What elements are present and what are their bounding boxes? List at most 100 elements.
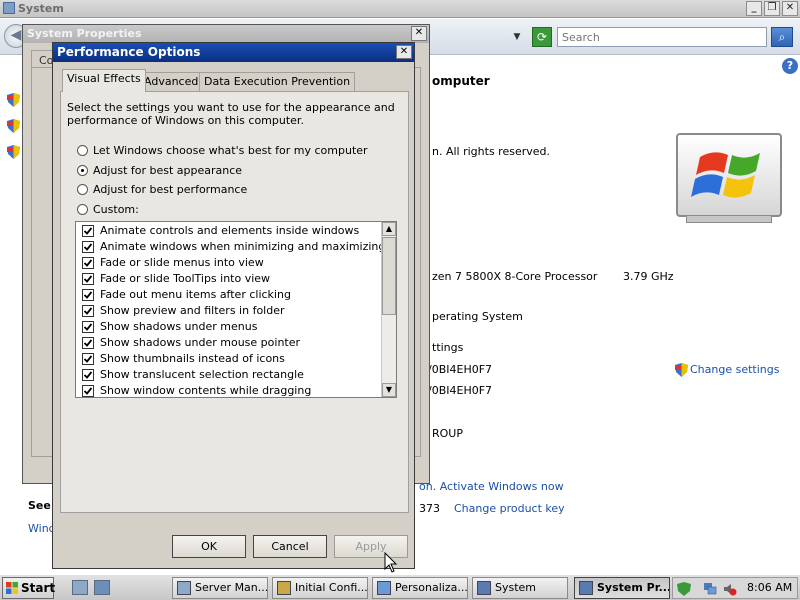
effect-label: Fade out menu items after clicking [100, 288, 291, 301]
task-label: Server Man... [195, 581, 268, 594]
scroll-thumb[interactable] [382, 237, 396, 315]
task-app-icon [579, 581, 593, 595]
ok-button[interactable]: OK [172, 535, 246, 558]
system-app-icon [3, 2, 15, 14]
effect-checkbox[interactable] [82, 257, 94, 269]
windows-logo [676, 133, 782, 225]
tab-advanced[interactable]: Advanced [139, 72, 204, 91]
performance-options-dialog: Performance Options ✕ Visual Effects Adv… [52, 42, 415, 569]
effect-label: Fade or slide menus into view [100, 256, 264, 269]
radio-label[interactable]: Custom: [93, 203, 139, 216]
checkmark-icon [83, 227, 93, 235]
settings-section-heading: ttings [432, 341, 464, 354]
help-icon[interactable]: ? [782, 58, 798, 74]
effect-label: Show shadows under mouse pointer [100, 336, 301, 349]
checkmark-icon [83, 387, 93, 395]
radio-label[interactable]: Adjust for best appearance [93, 164, 242, 177]
radio-label[interactable]: Let Windows choose what's best for my co… [93, 144, 368, 157]
checkmark-icon [83, 259, 93, 267]
start-button[interactable]: Start [2, 577, 55, 599]
search-input[interactable] [558, 28, 766, 46]
checkmark-icon [83, 323, 93, 331]
restore-button[interactable]: ❐ [764, 1, 780, 16]
minimize-button[interactable]: _ [746, 1, 762, 16]
task-label: Initial Confi... [295, 581, 368, 594]
task-system-properties[interactable]: System Pr... [574, 577, 670, 599]
effect-checkbox[interactable] [82, 273, 94, 285]
task-server-manager[interactable]: Server Man... [172, 577, 268, 599]
search-icon[interactable]: ⌕ [771, 27, 793, 47]
os-type-text: perating System [432, 310, 523, 323]
clock[interactable]: 8:06 AM [747, 581, 792, 594]
mouse-pointer-icon [384, 552, 398, 573]
checkmark-icon [83, 307, 93, 315]
effect-label: Show thumbnails instead of icons [100, 352, 285, 365]
address-dropdown-icon[interactable]: ▼ [510, 29, 524, 45]
task-system[interactable]: System [472, 577, 568, 599]
effect-checkbox[interactable] [82, 241, 94, 253]
effect-checkbox[interactable] [82, 289, 94, 301]
system-properties-title: System Properties [27, 27, 142, 40]
system-close-button[interactable]: ✕ [782, 1, 798, 16]
taskbar: Start Server Man... Initial Confi... Perso… [0, 574, 800, 600]
network-icon[interactable] [703, 582, 717, 596]
effect-checkbox[interactable] [82, 225, 94, 237]
effect-checkbox[interactable] [82, 353, 94, 365]
volume-muted-icon[interactable] [723, 582, 737, 596]
shield-icon [7, 93, 20, 107]
close-icon[interactable]: ✕ [411, 26, 427, 41]
close-icon[interactable]: ✕ [396, 45, 412, 59]
cancel-button[interactable]: Cancel [253, 535, 327, 558]
effect-checkbox[interactable] [82, 305, 94, 317]
checkmark-icon [83, 291, 93, 299]
radio-label[interactable]: Adjust for best performance [93, 183, 247, 196]
task-app-icon [177, 581, 191, 595]
show-desktop-icon[interactable] [94, 580, 110, 595]
activate-windows-link[interactable]: on. Activate Windows now [419, 480, 564, 493]
change-product-key-link[interactable]: Change product key [454, 502, 565, 515]
scrollbar[interactable]: ▲ ▼ [381, 222, 396, 397]
tab-data-execution-prevention[interactable]: Data Execution Prevention [199, 72, 356, 91]
checkmark-icon [83, 355, 93, 363]
system-heading: omputer [432, 74, 490, 88]
dialog-title: Performance Options [57, 45, 201, 59]
system-tray: 8:06 AM [672, 577, 798, 599]
effect-label: Fade or slide ToolTips into view [100, 272, 271, 285]
tab-visual-effects[interactable]: Visual Effects [62, 69, 146, 92]
server-manager-quicklaunch-icon[interactable] [72, 580, 88, 595]
visual-effects-list[interactable]: Animate controls and elements inside win… [75, 221, 397, 398]
radio-best-performance[interactable] [77, 184, 88, 195]
task-app-icon [377, 581, 391, 595]
description-line: Select the settings you want to use for … [67, 101, 395, 114]
copyright-text: n. All rights reserved. [432, 145, 550, 158]
windows-flag-icon [6, 582, 18, 594]
radio-let-windows-choose[interactable] [77, 145, 88, 156]
effect-label: Show translucent selection rectangle [100, 368, 304, 381]
radio-best-appearance[interactable] [77, 165, 88, 176]
effect-checkbox[interactable] [82, 385, 94, 397]
scroll-down-arrow-icon[interactable]: ▼ [382, 383, 396, 397]
effect-label: Show window contents while dragging [100, 384, 312, 397]
task-label: Personaliza... [395, 581, 468, 594]
shield-icon [7, 119, 20, 133]
checkmark-icon [83, 339, 93, 347]
task-label: System [495, 581, 537, 594]
description-line: performance of Windows on this computer. [67, 114, 304, 127]
shield-icon[interactable] [677, 582, 691, 596]
search-box[interactable] [557, 27, 767, 47]
radio-custom[interactable] [77, 204, 88, 215]
scroll-up-arrow-icon[interactable]: ▲ [382, 222, 396, 236]
refresh-icon[interactable]: ⟳ [532, 27, 552, 47]
change-settings-link[interactable]: Change settings [690, 363, 779, 376]
shield-icon [675, 363, 688, 377]
effect-checkbox[interactable] [82, 369, 94, 381]
effect-label: Animate windows when minimizing and maxi… [100, 240, 386, 253]
task-personalization[interactable]: Personaliza... [372, 577, 468, 599]
task-initial-configuration[interactable]: Initial Confi... [272, 577, 368, 599]
full-computer-name-value: /0BI4EH0F7 [428, 384, 493, 397]
system-window-title: System [18, 2, 64, 15]
see-also-heading: See [28, 499, 51, 512]
processor-speed: 3.79 GHz [623, 270, 674, 283]
effect-checkbox[interactable] [82, 321, 94, 333]
effect-checkbox[interactable] [82, 337, 94, 349]
